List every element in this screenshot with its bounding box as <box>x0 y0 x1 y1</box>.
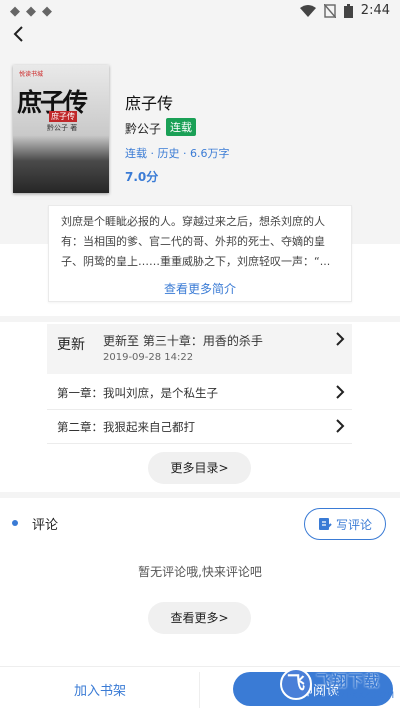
chevron-right-icon <box>336 419 345 433</box>
cover-publisher: 悦读书城 <box>19 71 44 78</box>
latest-chapter-title: 更新至 第三十章：用香的杀手 <box>103 334 263 348</box>
intro-card: 刘庶是个睚眦必报的人。穿越过来之后，想杀刘庶的人有：当相国的爹、官二代的哥、外邦… <box>48 205 352 302</box>
notification-icons: ◆ ◆ ◆ <box>10 4 52 19</box>
write-comment-label: 写评论 <box>335 517 372 532</box>
chapter-title: 第二章：我狠起来自己都打 <box>57 420 195 434</box>
cover-author: 黔公子 著 <box>47 124 78 132</box>
watermark-text: 飞翔下载 <box>316 672 381 690</box>
battery-icon <box>343 3 353 18</box>
notification-icon: ◆ <box>26 4 36 19</box>
chevron-right-icon <box>336 332 345 346</box>
status-bar: ◆ ◆ ◆ 2:44 <box>0 0 400 24</box>
latest-label: 更新 <box>57 337 85 353</box>
chapter-row[interactable]: 第一章：我叫刘庶，是个私生子 <box>47 376 352 410</box>
watermark-logo-icon: 飞 <box>280 668 312 700</box>
cover-tag: 庶子传 <box>49 111 77 122</box>
no-comments-text: 暂无评论哦,快来评论吧 <box>138 565 262 579</box>
author-name: 黔公子 <box>125 122 162 136</box>
watermark: 飞 飞翔下载 WWW.FXXZ.COM <box>278 666 400 711</box>
notification-icon: ◆ <box>10 4 20 19</box>
section-dot <box>12 520 18 526</box>
watermark-url: WWW.FXXZ.COM <box>318 691 395 701</box>
back-button[interactable] <box>10 24 40 48</box>
wifi-icon <box>299 4 316 17</box>
latest-chapter-row[interactable]: 更新 更新至 第三十章：用香的杀手 2019-09-28 14:22 <box>47 324 352 374</box>
view-more-intro-link[interactable]: 查看更多简介 <box>49 280 351 297</box>
clock: 2:44 <box>360 3 390 18</box>
notification-icon: ◆ <box>42 4 52 19</box>
latest-chapter-time: 2019-09-28 14:22 <box>103 352 194 363</box>
section-divider <box>0 316 400 322</box>
status-badge: 连载 <box>166 118 196 136</box>
write-comment-button[interactable]: 写评论 <box>304 508 386 540</box>
book-meta: 连载 · 历史 · 6.6万字 <box>125 147 230 160</box>
edit-icon <box>318 518 332 530</box>
more-comments-button[interactable]: 查看更多> <box>148 602 251 634</box>
add-to-shelf-button[interactable]: 加入书架 <box>40 680 160 699</box>
section-divider <box>0 492 400 498</box>
more-chapters-button[interactable]: 更多目录> <box>148 452 251 484</box>
chevron-right-icon <box>336 385 345 399</box>
book-cover: 悦读书城 庶子传 庶子传 黔公子 著 <box>13 65 109 193</box>
chapter-row[interactable]: 第二章：我狠起来自己都打 <box>47 410 352 444</box>
chapter-title: 第一章：我叫刘庶，是个私生子 <box>57 386 218 400</box>
back-arrow-icon <box>13 26 23 42</box>
book-title: 庶子传 <box>125 94 174 113</box>
intro-text: 刘庶是个睚眦必报的人。穿越过来之后，想杀刘庶的人有：当相国的爹、官二代的哥、外邦… <box>61 215 331 268</box>
bottom-bar-separator <box>199 672 200 708</box>
comments-title: 评论 <box>32 518 59 533</box>
no-sim-icon <box>323 3 336 18</box>
system-icons: 2:44 <box>299 3 390 18</box>
book-score: 7.0分 <box>125 170 159 184</box>
